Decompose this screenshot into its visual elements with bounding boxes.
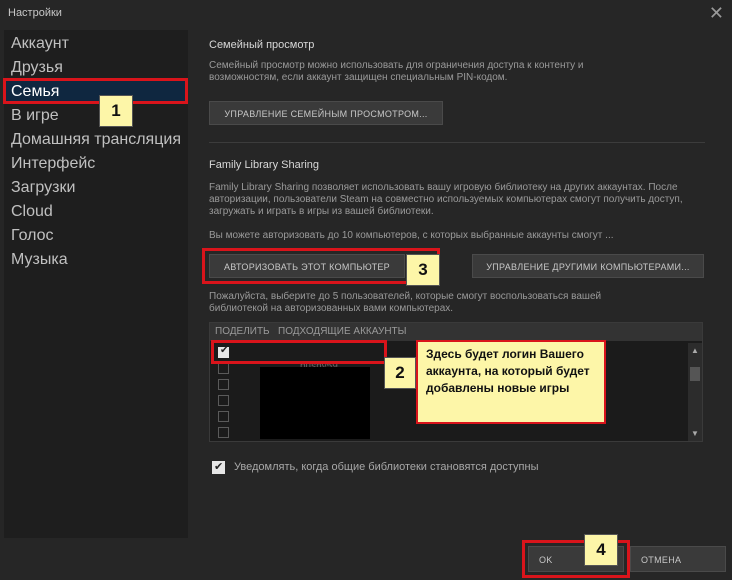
- select-users-text: Пожалуйста, выберите до 5 пользователей,…: [209, 291, 602, 314]
- annotation-badge-2: 2: [384, 357, 416, 389]
- redacted-area: [260, 367, 370, 439]
- notify-checkbox[interactable]: ✔: [212, 461, 225, 474]
- sidebar-item-friends[interactable]: Друзья: [11, 58, 63, 78]
- family-view-heading: Семейный просмотр: [209, 39, 315, 51]
- highlight-family-item: [3, 78, 188, 104]
- sidebar-item-in-game[interactable]: В игре: [11, 106, 59, 126]
- share-checkbox[interactable]: [218, 427, 229, 438]
- sidebar-item-downloads[interactable]: Загрузки: [11, 178, 75, 198]
- library-sharing-description: Family Library Sharing позволяет использ…: [209, 182, 683, 217]
- list-header: ПОДЕЛИТЬ ПОДХОДЯЩИЕ АККАУНТЫ: [210, 323, 702, 341]
- share-checkbox[interactable]: [218, 379, 229, 390]
- share-column-header[interactable]: ПОДЕЛИТЬ: [215, 323, 270, 341]
- scroll-down-icon[interactable]: ▼: [691, 429, 699, 438]
- sidebar-item-interface[interactable]: Интерфейс: [11, 154, 95, 174]
- sidebar-item-cloud[interactable]: Cloud: [11, 202, 53, 222]
- settings-sidebar: Аккаунт Друзья Семья В игре Домашняя тра…: [4, 30, 188, 538]
- accounts-column-header[interactable]: ПОДХОДЯЩИЕ АККАУНТЫ: [278, 323, 407, 341]
- check-icon: ✔: [214, 461, 224, 473]
- close-icon[interactable]: ✕: [709, 3, 724, 23]
- share-checkbox[interactable]: [218, 411, 229, 422]
- list-scrollbar[interactable]: ▲ ▼: [688, 343, 702, 441]
- scroll-up-icon[interactable]: ▲: [691, 346, 699, 355]
- annotation-badge-3: 3: [406, 254, 440, 286]
- sidebar-item-account[interactable]: Аккаунт: [11, 34, 69, 54]
- divider: [209, 142, 705, 143]
- highlight-authorize-button: [202, 248, 440, 284]
- library-sharing-heading: Family Library Sharing: [209, 159, 320, 171]
- scroll-thumb[interactable]: [690, 367, 700, 381]
- sidebar-item-music[interactable]: Музыка: [11, 250, 68, 270]
- manage-other-computers-button[interactable]: УПРАВЛЕНИЕ ДРУГИМИ КОМПЬЮТЕРАМИ...: [472, 254, 704, 278]
- notify-label: Уведомлять, когда общие библиотеки стано…: [234, 461, 539, 473]
- highlight-account-row: [211, 340, 387, 364]
- share-checkbox[interactable]: [218, 363, 229, 374]
- title-bar: Настройки ✕: [0, 0, 732, 28]
- sidebar-item-home-streaming[interactable]: Домашняя трансляция: [11, 130, 181, 150]
- window-title: Настройки: [8, 7, 62, 19]
- annotation-badge-4: 4: [584, 534, 618, 566]
- manage-family-view-button[interactable]: УПРАВЛЕНИЕ СЕМЕЙНЫМ ПРОСМОТРОМ...: [209, 101, 443, 125]
- authorize-limit-text: Вы можете авторизовать до 10 компьютеров…: [209, 230, 614, 241]
- sidebar-item-voice[interactable]: Голос: [11, 226, 54, 246]
- cancel-button[interactable]: ОТМЕНА: [630, 546, 726, 572]
- family-view-description: Семейный просмотр можно использовать для…: [209, 60, 584, 83]
- share-checkbox[interactable]: [218, 395, 229, 406]
- annotation-badge-1: 1: [99, 95, 133, 127]
- annotation-note: Здесь будет логин Вашего аккаунта, на ко…: [416, 340, 606, 424]
